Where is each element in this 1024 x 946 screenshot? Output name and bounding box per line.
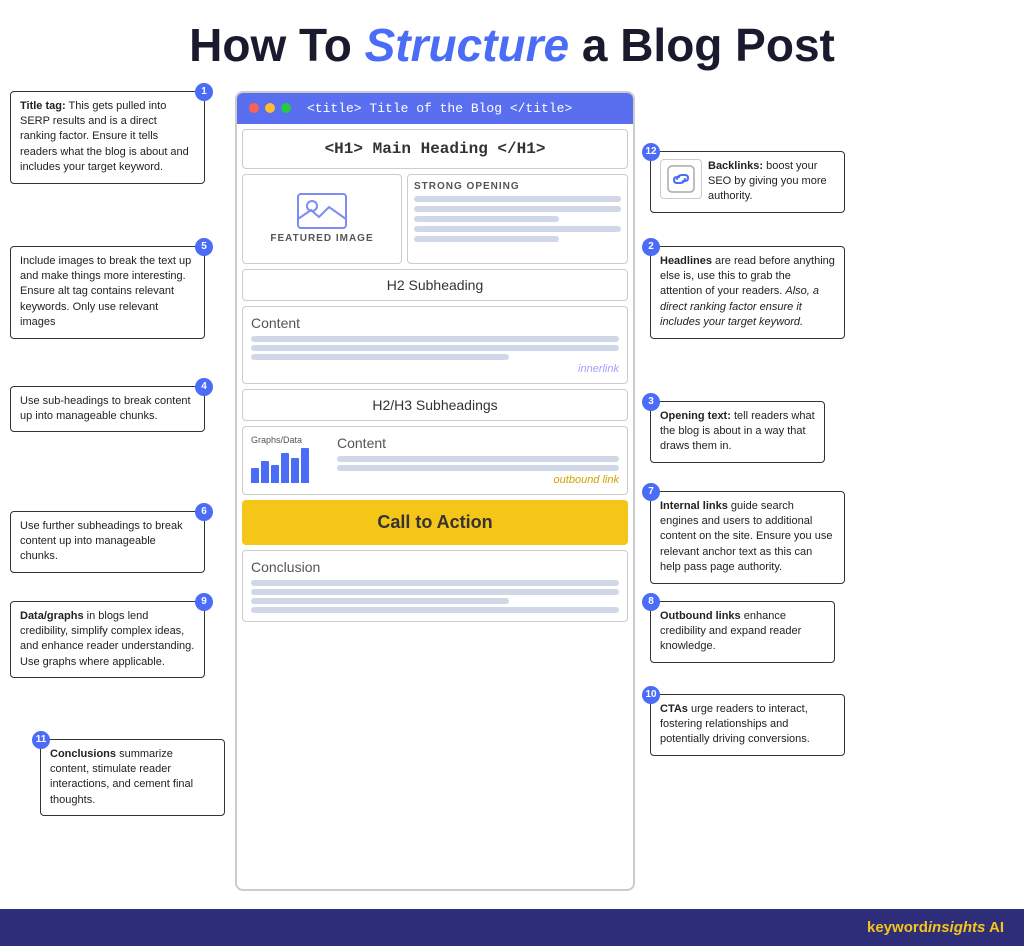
annotation-1: 1 Title tag: This gets pulled into SERP … [10, 91, 205, 184]
data-content-section: Graphs/Data Content outbound link [242, 426, 628, 495]
h1-section: <H1> Main Heading </H1> [242, 129, 628, 169]
circle-3: 3 [642, 393, 660, 411]
annotation-2: 2 Headlines are read before anything els… [650, 246, 845, 339]
text-line-5 [414, 236, 559, 242]
featured-image-icon [297, 193, 347, 229]
cta-section: Call to Action [242, 500, 628, 545]
circle-7: 7 [642, 483, 660, 501]
circle-2: 2 [642, 238, 660, 256]
text-line-3 [414, 216, 559, 222]
bar-6 [301, 448, 309, 483]
text-line-4 [414, 226, 621, 232]
circle-11: 11 [32, 731, 50, 749]
conclusion-label: Conclusion [251, 559, 619, 575]
bar-2 [261, 461, 269, 483]
tl1 [251, 336, 619, 342]
cl3 [251, 598, 509, 604]
cl2 [251, 589, 619, 595]
cta-label: Call to Action [377, 512, 492, 532]
bar-1 [251, 468, 259, 483]
annotation-3: 3 Opening text: tell readers what the bl… [650, 401, 825, 463]
dot-green [281, 103, 291, 113]
h1-label: <H1> Main Heading </H1> [251, 136, 619, 162]
bar-3 [271, 465, 279, 483]
dot-red [249, 103, 259, 113]
h23-subheading: H2/H3 Subheadings [242, 389, 628, 421]
circle-5: 5 [195, 238, 213, 256]
dtl1 [337, 456, 619, 462]
footer-brand: keywordinsights AI [867, 919, 1004, 936]
tl3 [251, 354, 509, 360]
innerlink-text: innerlink [251, 363, 619, 375]
content-label-2: Content [337, 435, 619, 451]
link-icon-box [660, 159, 702, 199]
cl4 [251, 607, 619, 613]
dtl2 [337, 465, 619, 471]
circle-4: 4 [195, 378, 213, 396]
bar-5 [291, 458, 299, 483]
circle-10: 10 [642, 686, 660, 704]
circle-8: 8 [642, 593, 660, 611]
featured-label: FEATURED IMAGE [270, 233, 373, 244]
annotation-8: 8 Outbound links enhance credibility and… [650, 601, 835, 663]
outbound-link-text: outbound link [337, 474, 619, 486]
circle-12: 12 [642, 143, 660, 161]
circle-9: 9 [195, 593, 213, 611]
text-line-1 [414, 196, 621, 202]
link-icon [667, 165, 695, 193]
circle-1: 1 [195, 83, 213, 101]
right-annotations: 12 Backlinks: boost your SEO by giving y… [640, 91, 860, 891]
tl2 [251, 345, 619, 351]
content-section-1: Content innerlink [242, 306, 628, 384]
annotation-7: 7 Internal links guide search engines an… [650, 491, 845, 584]
featured-row: FEATURED IMAGE STRONG OPENING [242, 174, 628, 264]
data-text-area: Content outbound link [337, 435, 619, 486]
footer: keywordinsights AI [0, 909, 1024, 946]
page-title: How To Structure a Blog Post [10, 20, 1014, 71]
annotation-6: 6 Use further subheadings to break conte… [10, 511, 205, 573]
annotation-9: 9 Data/graphs in blogs lend credibility,… [10, 601, 205, 679]
blog-mockup: <title> Title of the Blog </title> <H1> … [235, 91, 635, 891]
browser-title: <title> Title of the Blog </title> [307, 101, 572, 116]
content-label-1: Content [251, 315, 619, 331]
graph-area: Graphs/Data [251, 435, 331, 483]
strong-opening-box: STRONG OPENING [407, 174, 628, 264]
browser-bar: <title> Title of the Blog </title> [237, 93, 633, 124]
graph-label: Graphs/Data [251, 435, 331, 445]
strong-opening-title: STRONG OPENING [414, 181, 621, 192]
circle-6: 6 [195, 503, 213, 521]
content-area: 1 Title tag: This gets pulled into SERP … [10, 91, 1014, 901]
bar-chart [251, 448, 331, 483]
dot-yellow [265, 103, 275, 113]
annotation-11: 11 Conclusions summarize content, stimul… [40, 739, 225, 817]
annotation-5: 5 Include images to break the text up an… [10, 246, 205, 339]
text-line-2 [414, 206, 621, 212]
bar-4 [281, 453, 289, 483]
annotation-12: 12 Backlinks: boost your SEO by giving y… [650, 151, 845, 213]
cl1 [251, 580, 619, 586]
annotation-10: 10 CTAs urge readers to interact, foster… [650, 694, 845, 756]
left-annotations: 1 Title tag: This gets pulled into SERP … [10, 91, 230, 731]
conclusion-section: Conclusion [242, 550, 628, 622]
main-container: How To Structure a Blog Post 1 Title tag… [0, 0, 1024, 901]
h2-subheading: H2 Subheading [242, 269, 628, 301]
featured-image-box: FEATURED IMAGE [242, 174, 402, 264]
annotation-4: 4 Use sub-headings to break content up i… [10, 386, 205, 433]
